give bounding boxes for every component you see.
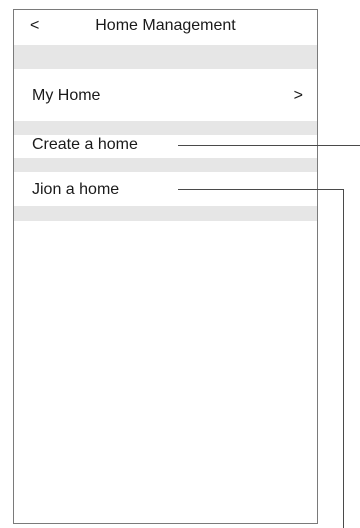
callout-line-create <box>178 145 360 146</box>
create-home-label: Create a home <box>32 136 138 153</box>
my-home-row[interactable]: My Home > <box>14 69 317 121</box>
phone-screen: < Home Management My Home > Create a hom… <box>13 9 318 524</box>
chevron-right-icon: > <box>293 87 303 104</box>
section-divider <box>14 206 317 221</box>
my-home-label: My Home <box>32 87 101 104</box>
callout-line-join <box>178 189 343 190</box>
create-home-row[interactable]: Create a home <box>14 135 317 158</box>
section-divider <box>14 45 317 69</box>
callout-line-join-vertical <box>343 189 344 528</box>
join-home-label: Jion a home <box>32 181 120 198</box>
section-divider <box>14 121 317 135</box>
header-bar: < Home Management <box>14 10 317 45</box>
section-divider <box>14 158 317 172</box>
page-title: Home Management <box>95 17 236 34</box>
